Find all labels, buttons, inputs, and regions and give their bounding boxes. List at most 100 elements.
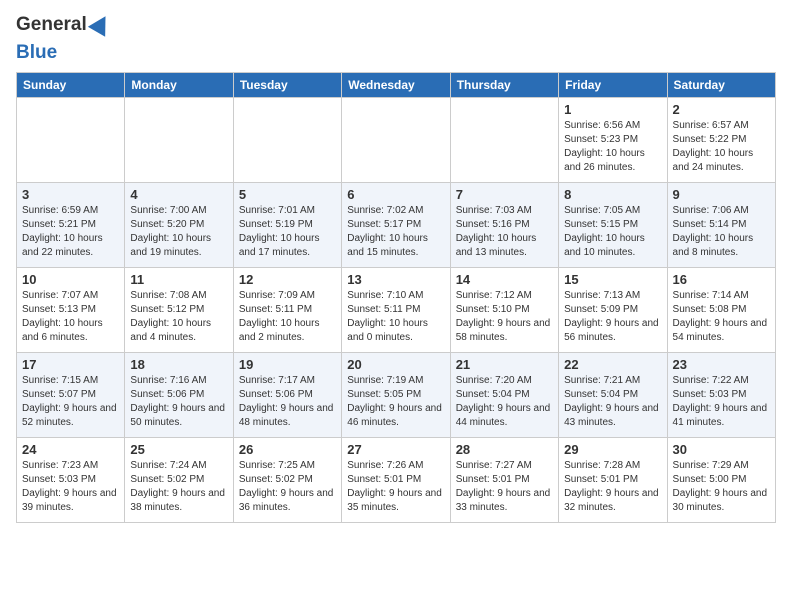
day-info: Sunrise: 6:56 AM Sunset: 5:23 PM Dayligh… xyxy=(564,119,661,175)
day-info: Sunrise: 7:12 AM Sunset: 5:10 PM Dayligh… xyxy=(456,289,553,345)
day-number: 6 xyxy=(347,187,444,202)
header: General Blue xyxy=(16,10,776,64)
week-row-5: 24 Sunrise: 7:23 AM Sunset: 5:03 PM Dayli… xyxy=(17,438,776,523)
day-number: 5 xyxy=(239,187,336,202)
day-info: Sunrise: 7:09 AM Sunset: 5:11 PM Dayligh… xyxy=(239,289,336,345)
calendar-cell: 26 Sunrise: 7:25 AM Sunset: 5:02 PM Dayli… xyxy=(233,438,341,523)
day-number: 19 xyxy=(239,357,336,372)
calendar-cell xyxy=(450,98,558,183)
weekday-header-wednesday: Wednesday xyxy=(342,73,450,98)
day-number: 23 xyxy=(673,357,770,372)
day-number: 24 xyxy=(22,442,119,457)
calendar-cell: 29Sunrise: 7:28 AM Sunset: 5:01 PM Dayli… xyxy=(559,438,667,523)
weekday-header-saturday: Saturday xyxy=(667,73,775,98)
day-info: Sunrise: 7:05 AM Sunset: 5:15 PM Dayligh… xyxy=(564,204,661,260)
logo-blue: Blue xyxy=(16,42,57,64)
day-info: Sunrise: 7:15 AM Sunset: 5:07 PM Dayligh… xyxy=(22,374,119,430)
day-number: 16 xyxy=(673,272,770,287)
day-info: Sunrise: 7:01 AM Sunset: 5:19 PM Dayligh… xyxy=(239,204,336,260)
day-number: 28 xyxy=(456,442,553,457)
calendar-cell: 27Sunrise: 7:26 AM Sunset: 5:01 PM Dayli… xyxy=(342,438,450,523)
day-number: 9 xyxy=(673,187,770,202)
calendar-cell: 1 Sunrise: 6:56 AM Sunset: 5:23 PM Daylig… xyxy=(559,98,667,183)
weekday-header-tuesday: Tuesday xyxy=(233,73,341,98)
day-number: 22 xyxy=(564,357,661,372)
day-number: 1 xyxy=(564,102,661,117)
day-info: Sunrise: 7:21 AM Sunset: 5:04 PM Dayligh… xyxy=(564,374,661,430)
day-number: 2 xyxy=(673,102,770,117)
day-info: Sunrise: 7:22 AM Sunset: 5:03 PM Dayligh… xyxy=(673,374,770,430)
day-number: 26 xyxy=(239,442,336,457)
calendar-cell xyxy=(233,98,341,183)
day-number: 20 xyxy=(347,357,444,372)
day-info: Sunrise: 7:10 AM Sunset: 5:11 PM Dayligh… xyxy=(347,289,444,345)
day-number: 27 xyxy=(347,442,444,457)
calendar-cell: 14 Sunrise: 7:12 AM Sunset: 5:10 PM Dayli… xyxy=(450,268,558,353)
calendar-cell: 24 Sunrise: 7:23 AM Sunset: 5:03 PM Dayli… xyxy=(17,438,125,523)
weekday-header-friday: Friday xyxy=(559,73,667,98)
calendar-table: SundayMondayTuesdayWednesdayThursdayFrid… xyxy=(16,72,776,523)
calendar-cell: 13 Sunrise: 7:10 AM Sunset: 5:11 PM Dayli… xyxy=(342,268,450,353)
calendar-cell: 23 Sunrise: 7:22 AM Sunset: 5:03 PM Dayli… xyxy=(667,353,775,438)
day-number: 17 xyxy=(22,357,119,372)
calendar-cell: 12 Sunrise: 7:09 AM Sunset: 5:11 PM Dayli… xyxy=(233,268,341,353)
calendar-cell: 15 Sunrise: 7:13 AM Sunset: 5:09 PM Dayli… xyxy=(559,268,667,353)
calendar-body: 1 Sunrise: 6:56 AM Sunset: 5:23 PM Daylig… xyxy=(17,98,776,523)
day-number: 18 xyxy=(130,357,227,372)
day-info: Sunrise: 7:06 AM Sunset: 5:14 PM Dayligh… xyxy=(673,204,770,260)
day-info: Sunrise: 7:25 AM Sunset: 5:02 PM Dayligh… xyxy=(239,459,336,515)
calendar-cell: 28 Sunrise: 7:27 AM Sunset: 5:01 PM Dayli… xyxy=(450,438,558,523)
day-info: Sunrise: 7:00 AM Sunset: 5:20 PM Dayligh… xyxy=(130,204,227,260)
day-number: 30 xyxy=(673,442,770,457)
day-info: Sunrise: 7:13 AM Sunset: 5:09 PM Dayligh… xyxy=(564,289,661,345)
calendar-cell: 20 Sunrise: 7:19 AM Sunset: 5:05 PM Dayli… xyxy=(342,353,450,438)
calendar-page: General Blue SundayMondayTuesdayWednesda… xyxy=(0,0,792,539)
calendar-cell xyxy=(342,98,450,183)
day-info: Sunrise: 7:29 AM Sunset: 5:00 PM Dayligh… xyxy=(673,459,770,515)
day-number: 3 xyxy=(22,187,119,202)
day-info: Sunrise: 7:20 AM Sunset: 5:04 PM Dayligh… xyxy=(456,374,553,430)
day-info: Sunrise: 7:27 AM Sunset: 5:01 PM Dayligh… xyxy=(456,459,553,515)
day-number: 11 xyxy=(130,272,227,287)
logo-triangle-icon xyxy=(88,11,114,37)
day-number: 7 xyxy=(456,187,553,202)
day-info: Sunrise: 7:24 AM Sunset: 5:02 PM Dayligh… xyxy=(130,459,227,515)
day-info: Sunrise: 7:19 AM Sunset: 5:05 PM Dayligh… xyxy=(347,374,444,430)
week-row-4: 17 Sunrise: 7:15 AM Sunset: 5:07 PM Dayli… xyxy=(17,353,776,438)
calendar-cell: 7 Sunrise: 7:03 AM Sunset: 5:16 PM Daylig… xyxy=(450,183,558,268)
calendar-cell: 10 Sunrise: 7:07 AM Sunset: 5:13 PM Dayli… xyxy=(17,268,125,353)
calendar-cell xyxy=(125,98,233,183)
calendar-cell: 4 Sunrise: 7:00 AM Sunset: 5:20 PM Daylig… xyxy=(125,183,233,268)
calendar-cell: 16Sunrise: 7:14 AM Sunset: 5:08 PM Dayli… xyxy=(667,268,775,353)
week-row-2: 3Sunrise: 6:59 AM Sunset: 5:21 PM Daylig… xyxy=(17,183,776,268)
day-info: Sunrise: 7:28 AM Sunset: 5:01 PM Dayligh… xyxy=(564,459,661,515)
calendar-cell: 19 Sunrise: 7:17 AM Sunset: 5:06 PM Dayli… xyxy=(233,353,341,438)
logo: General Blue xyxy=(16,14,111,64)
day-number: 12 xyxy=(239,272,336,287)
day-info: Sunrise: 7:17 AM Sunset: 5:06 PM Dayligh… xyxy=(239,374,336,430)
weekday-header-row: SundayMondayTuesdayWednesdayThursdayFrid… xyxy=(17,73,776,98)
calendar-cell: 18 Sunrise: 7:16 AM Sunset: 5:06 PM Dayli… xyxy=(125,353,233,438)
calendar-cell: 2Sunrise: 6:57 AM Sunset: 5:22 PM Daylig… xyxy=(667,98,775,183)
day-number: 14 xyxy=(456,272,553,287)
calendar-cell: 8 Sunrise: 7:05 AM Sunset: 5:15 PM Daylig… xyxy=(559,183,667,268)
logo-general: General xyxy=(16,14,87,36)
day-number: 25 xyxy=(130,442,227,457)
calendar-cell: 3Sunrise: 6:59 AM Sunset: 5:21 PM Daylig… xyxy=(17,183,125,268)
day-info: Sunrise: 7:08 AM Sunset: 5:12 PM Dayligh… xyxy=(130,289,227,345)
day-info: Sunrise: 7:23 AM Sunset: 5:03 PM Dayligh… xyxy=(22,459,119,515)
day-number: 10 xyxy=(22,272,119,287)
day-number: 4 xyxy=(130,187,227,202)
day-number: 13 xyxy=(347,272,444,287)
day-info: Sunrise: 7:02 AM Sunset: 5:17 PM Dayligh… xyxy=(347,204,444,260)
week-row-3: 10 Sunrise: 7:07 AM Sunset: 5:13 PM Dayli… xyxy=(17,268,776,353)
calendar-cell: 17 Sunrise: 7:15 AM Sunset: 5:07 PM Dayli… xyxy=(17,353,125,438)
day-info: Sunrise: 7:16 AM Sunset: 5:06 PM Dayligh… xyxy=(130,374,227,430)
calendar-cell: 30 Sunrise: 7:29 AM Sunset: 5:00 PM Dayli… xyxy=(667,438,775,523)
calendar-cell: 11 Sunrise: 7:08 AM Sunset: 5:12 PM Dayli… xyxy=(125,268,233,353)
day-number: 15 xyxy=(564,272,661,287)
day-info: Sunrise: 7:07 AM Sunset: 5:13 PM Dayligh… xyxy=(22,289,119,345)
day-number: 8 xyxy=(564,187,661,202)
week-row-1: 1 Sunrise: 6:56 AM Sunset: 5:23 PM Daylig… xyxy=(17,98,776,183)
day-info: Sunrise: 7:03 AM Sunset: 5:16 PM Dayligh… xyxy=(456,204,553,260)
